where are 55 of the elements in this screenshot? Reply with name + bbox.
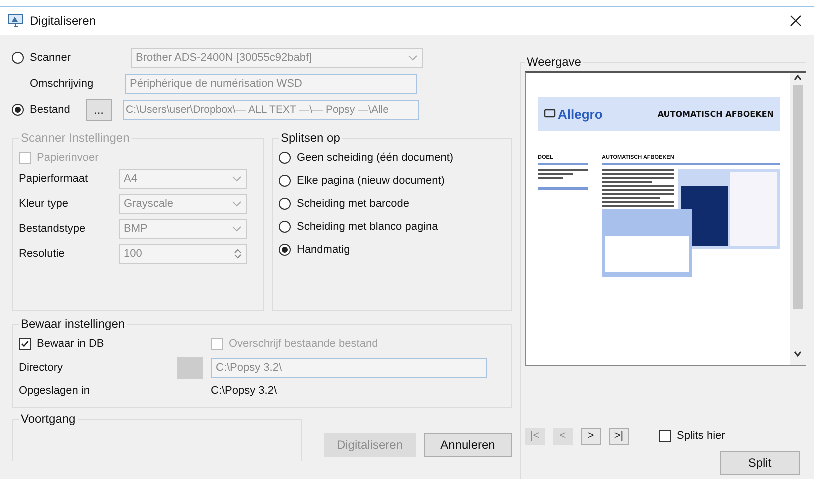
- radio-button[interactable]: [12, 52, 24, 64]
- radio-label: Handmatig: [297, 244, 350, 256]
- radio-label: Bestand: [30, 104, 72, 116]
- scroll-up-icon[interactable]: [793, 73, 803, 83]
- field-label: Resolutie: [19, 248, 66, 260]
- radio-button[interactable]: [279, 175, 291, 187]
- radio-button[interactable]: [279, 244, 291, 256]
- directory-field[interactable]: C:\Popsy 3.2\: [211, 358, 487, 378]
- checkbox[interactable]: [659, 430, 671, 442]
- scanner-dropdown[interactable]: Brother ADS-2400N [30055c92babf]: [131, 48, 423, 68]
- monitor-icon: [544, 109, 556, 119]
- logo-text: Allegro: [558, 106, 603, 122]
- dropdown-caret-icon: [232, 176, 242, 182]
- radio-button[interactable]: [279, 198, 291, 210]
- checkbox-label: Overschrijf bestaande bestand: [229, 338, 378, 350]
- radio-label: Scheiding met blanco pagina: [297, 221, 438, 233]
- group-title: Scanner Instellingen: [20, 131, 131, 145]
- split-button[interactable]: Split: [720, 451, 800, 475]
- field-label: Bestandstype: [19, 223, 87, 235]
- text-lines-drawing: [538, 169, 588, 179]
- dialog-button[interactable]: Annuleren: [424, 433, 512, 457]
- field-label: Papierformaat: [19, 173, 90, 185]
- dropdown-caret-icon: [408, 55, 418, 61]
- radio-button[interactable]: [279, 221, 291, 233]
- radio-label: Geen scheiding (één document): [297, 152, 454, 164]
- saved-path-text: C:\Popsy 3.2\: [211, 385, 278, 397]
- group-title: Bewaar instellingen: [20, 317, 126, 331]
- radio-label: Elke pagina (nieuw document): [297, 175, 445, 187]
- dropdown-caret-icon: [232, 226, 242, 232]
- field-label: Omschrijving: [29, 78, 95, 90]
- field-label: Kleur type: [19, 198, 70, 210]
- checkbox[interactable]: [19, 338, 31, 350]
- page-nav-button[interactable]: >|: [609, 428, 629, 444]
- field-label: Directory: [19, 362, 64, 374]
- description-field[interactable]: Périphérique de numérisation WSD: [125, 74, 417, 94]
- browse-button[interactable]: ...: [86, 99, 112, 121]
- document-title: AUTOMATISCH AFBOEKEN: [658, 110, 774, 118]
- radio-label: Scheiding met barcode: [297, 198, 410, 210]
- dropdown-caret-icon: [232, 201, 242, 207]
- file-path-field[interactable]: C:\Users\user\Dropbox\— ALL TEXT —\— Popsy —\Alle: [123, 100, 419, 120]
- radio-button[interactable]: [279, 152, 291, 164]
- checkbox-label: Bewaar in DB: [37, 338, 104, 350]
- checkbox-label: Papierinvoer: [37, 152, 99, 164]
- group-title: Splitsen op: [280, 131, 342, 145]
- radio-button[interactable]: [12, 104, 24, 116]
- radio-label: Scanner: [30, 52, 72, 64]
- page-nav-button[interactable]: >: [581, 428, 601, 444]
- spinner-arrows-icon[interactable]: [234, 249, 242, 259]
- checkbox-label: Splits hier: [677, 430, 726, 442]
- window-title: Digitaliseren: [30, 14, 98, 28]
- group-title: Voortgang: [20, 412, 77, 426]
- group-title: Weergave: [526, 55, 582, 69]
- monitor-icon: [8, 14, 24, 28]
- field-label: Opgeslagen in: [19, 384, 91, 399]
- scroll-down-icon[interactable]: [793, 349, 803, 359]
